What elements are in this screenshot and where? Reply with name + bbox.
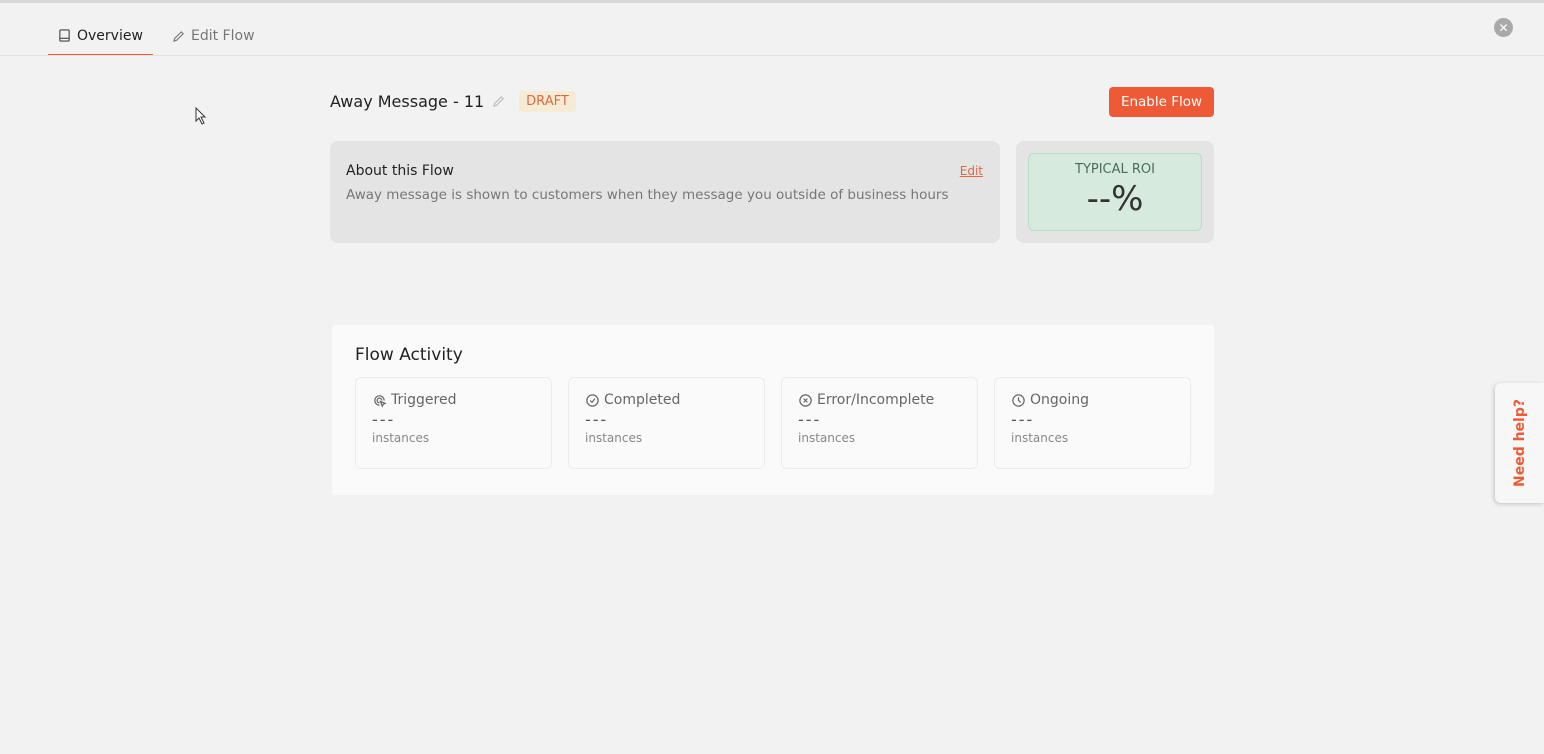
activity-title: Flow Activity (355, 345, 463, 365)
x-circle-icon (799, 393, 812, 407)
roi-card: TYPICAL ROI --% (1028, 153, 1202, 231)
about-heading: About this Flow (346, 163, 454, 179)
roi-value: --% (1086, 179, 1144, 219)
tab-label: Edit Flow (191, 28, 255, 44)
enable-flow-button[interactable]: Enable Flow (1109, 87, 1214, 117)
close-button[interactable]: ✕ (1494, 18, 1513, 37)
edit-about-link[interactable]: Edit (960, 164, 983, 178)
metric-card-ongoing: Ongoing --- instances (994, 377, 1191, 469)
page-title: Away Message - 11 (330, 92, 485, 111)
metric-unit: instances (585, 431, 643, 445)
metric-value: --- (798, 410, 822, 429)
clock-icon (1012, 393, 1025, 407)
metric-label: Triggered (391, 392, 457, 408)
tab-bar: Overview Edit Flow ✕ (0, 3, 1544, 56)
check-circle-icon (586, 393, 599, 407)
roi-panel: TYPICAL ROI --% (1016, 141, 1214, 243)
metric-unit: instances (1011, 431, 1069, 445)
metric-card-triggered: Triggered --- instances (355, 377, 552, 469)
tab-edit-flow[interactable]: Edit Flow (172, 17, 255, 55)
tab-label: Overview (77, 27, 143, 44)
metric-value: --- (372, 410, 396, 429)
need-help-button[interactable]: Need help? (1495, 383, 1544, 503)
triggered-icon (374, 394, 387, 408)
about-panel: About this Flow Away message is shown to… (330, 141, 1000, 243)
roi-label: TYPICAL ROI (1075, 162, 1155, 177)
flow-header: Away Message - 11 DRAFT (330, 91, 576, 112)
metric-card-completed: Completed --- instances (568, 377, 765, 469)
book-icon (59, 29, 70, 42)
close-icon: ✕ (1498, 20, 1509, 35)
status-badge: DRAFT (519, 91, 576, 112)
about-description: Away message is shown to customers when … (346, 187, 949, 203)
tab-overview[interactable]: Overview (48, 17, 153, 55)
metric-unit: instances (372, 431, 430, 445)
metric-card-error: Error/Incomplete --- instances (781, 377, 978, 469)
mouse-cursor-icon (195, 107, 207, 125)
metric-value: --- (1011, 410, 1035, 429)
metric-label: Completed (604, 392, 681, 408)
metric-label: Ongoing (1030, 392, 1089, 408)
rename-pencil-icon[interactable] (492, 95, 505, 108)
metric-unit: instances (798, 431, 856, 445)
need-help-label: Need help? (1511, 398, 1528, 488)
metric-label: Error/Incomplete (817, 392, 935, 408)
metric-value: --- (585, 410, 609, 429)
flow-activity-panel: Flow Activity Triggered --- instances Co… (332, 325, 1214, 495)
pencil-icon (172, 30, 184, 42)
